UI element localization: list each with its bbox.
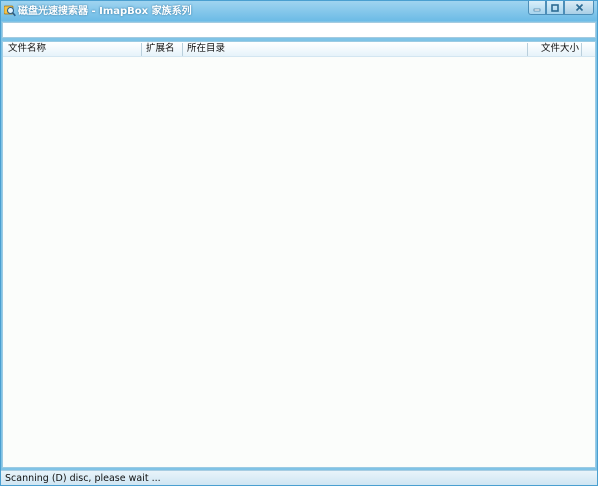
column-header-name[interactable]: 文件名称 [8, 42, 138, 57]
column-divider[interactable] [182, 43, 183, 56]
status-bar: Scanning (D) disc, please wait ... [1, 470, 597, 485]
column-header-extension[interactable]: 扩展名 [146, 42, 180, 57]
list-header: 文件名称 扩展名 所在目录 文件大小 [3, 42, 595, 57]
search-input[interactable] [3, 23, 595, 37]
column-header-size[interactable]: 文件大小 [531, 42, 579, 57]
file-list[interactable]: 文件名称 扩展名 所在目录 文件大小 [2, 41, 596, 468]
close-button[interactable] [564, 1, 594, 15]
window-title: 磁盘光速搜索器 - ImapBox 家族系列 [18, 6, 192, 17]
status-text: Scanning (D) disc, please wait ... [5, 473, 161, 484]
column-divider[interactable] [527, 43, 528, 56]
maximize-icon [551, 3, 559, 12]
app-window: 磁盘光速搜索器 - ImapBox 家族系列 文件名称 扩展名 所在目录 文件大… [0, 0, 598, 486]
maximize-button[interactable] [546, 1, 564, 15]
minimize-button[interactable] [528, 1, 546, 15]
title-bar[interactable]: 磁盘光速搜索器 - ImapBox 家族系列 [1, 1, 597, 21]
minimize-icon [533, 4, 541, 12]
column-header-directory[interactable]: 所在目录 [187, 42, 517, 57]
column-divider[interactable] [581, 43, 582, 56]
magnifier-icon [3, 5, 16, 17]
column-divider[interactable] [141, 43, 142, 56]
close-icon [575, 3, 584, 12]
list-body[interactable] [3, 58, 595, 467]
search-box[interactable] [2, 22, 596, 38]
